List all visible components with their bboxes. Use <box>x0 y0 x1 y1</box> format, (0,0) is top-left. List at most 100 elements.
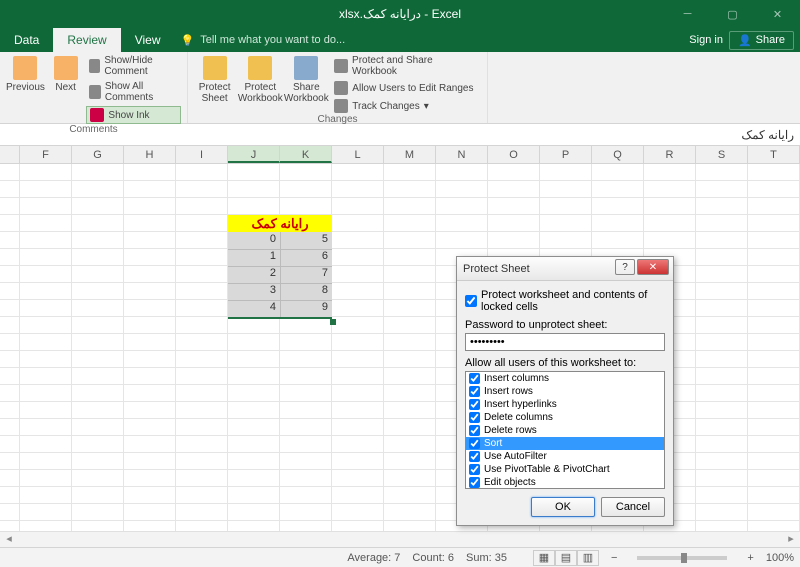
protect-share-workbook-button[interactable]: Protect and Share Workbook <box>331 54 481 78</box>
perm-item-edit-objects[interactable]: Edit objects <box>466 476 664 489</box>
allow-edit-ranges-button[interactable]: Allow Users to Edit Ranges <box>331 80 481 96</box>
column-header-H[interactable]: H <box>124 146 176 163</box>
status-bar: Average: 7 Count: 6 Sum: 35 ▦ ▤ ▥ − + 10… <box>0 547 800 567</box>
share-icon: 👤 <box>738 34 752 47</box>
normal-view-icon[interactable]: ▦ <box>533 550 555 566</box>
cells-area[interactable] <box>0 164 800 560</box>
dialog-close-icon[interactable]: ✕ <box>637 259 669 275</box>
protect-workbook-button[interactable]: Protect Workbook <box>239 54 281 104</box>
dialog-title: Protect Sheet <box>463 263 530 275</box>
perm-checkbox[interactable] <box>469 373 480 384</box>
perm-item-delete-columns[interactable]: Delete columns <box>466 411 664 424</box>
window-minimize-icon[interactable]: ─ <box>665 0 710 28</box>
password-input[interactable] <box>465 333 665 351</box>
column-header-K[interactable]: K <box>280 146 332 163</box>
share-workbook-button[interactable]: Share Workbook <box>285 54 327 104</box>
perm-checkbox[interactable] <box>469 438 480 449</box>
cell-k-1[interactable]: 6 <box>284 250 328 262</box>
perm-label: Sort <box>484 437 502 450</box>
column-header-N[interactable]: N <box>436 146 488 163</box>
tab-view[interactable]: View <box>121 28 175 52</box>
scroll-left-icon[interactable]: ◂ <box>0 532 18 547</box>
tell-me-placeholder: Tell me what you want to do... <box>200 34 345 46</box>
sign-in-link[interactable]: Sign in <box>689 34 723 46</box>
password-label: Password to unprotect sheet: <box>465 319 665 331</box>
column-header-S[interactable]: S <box>696 146 748 163</box>
perm-checkbox[interactable] <box>469 399 480 410</box>
tell-me-search[interactable]: 💡 Tell me what you want to do... <box>181 34 346 47</box>
perm-checkbox[interactable] <box>469 425 480 436</box>
perm-item-use-autofilter[interactable]: Use AutoFilter <box>466 450 664 463</box>
column-header-M[interactable]: M <box>384 146 436 163</box>
perm-item-insert-hyperlinks[interactable]: Insert hyperlinks <box>466 398 664 411</box>
track-changes-button[interactable]: Track Changes ▾ <box>331 98 481 114</box>
perm-checkbox[interactable] <box>469 451 480 462</box>
window-restore-icon[interactable]: ▢ <box>710 0 755 28</box>
column-header-F[interactable]: F <box>20 146 72 163</box>
column-header-I[interactable]: I <box>176 146 228 163</box>
show-ink-button[interactable]: Show Ink <box>86 106 181 124</box>
cell-k-4[interactable]: 9 <box>284 301 328 313</box>
tab-data[interactable]: Data <box>0 28 53 52</box>
protect-sheet-button[interactable]: Protect Sheet <box>194 54 235 104</box>
perm-item-insert-rows[interactable]: Insert rows <box>466 385 664 398</box>
formula-text: رایانه کمک <box>741 128 794 142</box>
perm-item-delete-rows[interactable]: Delete rows <box>466 424 664 437</box>
status-sum: Sum: 35 <box>466 552 507 564</box>
column-header-R[interactable]: R <box>644 146 696 163</box>
perm-checkbox[interactable] <box>469 477 480 488</box>
cell-k-2[interactable]: 7 <box>284 267 328 279</box>
perm-checkbox[interactable] <box>469 386 480 397</box>
share-label: Share <box>756 34 785 46</box>
zoom-slider[interactable] <box>637 556 727 560</box>
perm-label: Edit objects <box>484 476 536 489</box>
ok-button[interactable]: OK <box>531 497 595 517</box>
perm-label: Delete rows <box>484 424 537 437</box>
show-hide-comment-button[interactable]: Show/Hide Comment <box>86 54 181 78</box>
scroll-right-icon[interactable]: ▸ <box>782 532 800 547</box>
column-header-T[interactable]: T <box>748 146 800 163</box>
previous-comment-button[interactable]: Previous <box>6 54 45 93</box>
next-comment-button[interactable]: Next <box>49 54 83 93</box>
perm-item-insert-columns[interactable]: Insert columns <box>466 372 664 385</box>
cell-j-2[interactable]: 2 <box>232 267 276 279</box>
cell-k-0[interactable]: 5 <box>284 233 328 245</box>
show-all-comments-button[interactable]: Show All Comments <box>86 80 181 104</box>
cell-j-1[interactable]: 1 <box>232 250 276 262</box>
perm-label: Use AutoFilter <box>484 450 547 463</box>
perm-label: Delete columns <box>484 411 553 424</box>
column-header-P[interactable]: P <box>540 146 592 163</box>
ribbon: Previous Next Show/Hide Comment Show All… <box>0 52 800 124</box>
zoom-out-icon[interactable]: − <box>611 552 617 564</box>
column-header-L[interactable]: L <box>332 146 384 163</box>
ribbon-tabs: Data Review View 💡 Tell me what you want… <box>0 28 800 52</box>
perm-label: Insert columns <box>484 372 549 385</box>
cell-j-3[interactable]: 3 <box>232 284 276 296</box>
page-layout-icon[interactable]: ▤ <box>555 550 577 566</box>
dialog-title-bar[interactable]: Protect Sheet ? ✕ <box>457 257 673 281</box>
spreadsheet-grid[interactable]: FGHIJKLMNOPQRST 0516273849 رایانه کمک <box>0 146 800 560</box>
protect-contents-checkbox[interactable] <box>465 295 477 307</box>
fill-handle[interactable] <box>330 319 336 325</box>
page-break-icon[interactable]: ▥ <box>577 550 599 566</box>
perm-item-sort[interactable]: Sort <box>466 437 664 450</box>
tab-review[interactable]: Review <box>53 28 120 52</box>
cell-j-0[interactable]: 0 <box>232 233 276 245</box>
perm-checkbox[interactable] <box>469 412 480 423</box>
zoom-in-icon[interactable]: + <box>747 552 753 564</box>
window-close-icon[interactable]: ✕ <box>755 0 800 28</box>
column-header-J[interactable]: J <box>228 146 280 163</box>
cancel-button[interactable]: Cancel <box>601 497 665 517</box>
column-header-Q[interactable]: Q <box>592 146 644 163</box>
column-header-O[interactable]: O <box>488 146 540 163</box>
cell-j-4[interactable]: 4 <box>232 301 276 313</box>
cell-k-3[interactable]: 8 <box>284 284 328 296</box>
window-title: xlsx.درایانه کمک - Excel <box>339 7 461 21</box>
horizontal-scrollbar[interactable]: ◂ ▸ <box>0 531 800 547</box>
share-button[interactable]: 👤 Share <box>729 31 794 50</box>
perm-checkbox[interactable] <box>469 464 480 475</box>
column-header-G[interactable]: G <box>72 146 124 163</box>
permissions-list[interactable]: Insert columnsInsert rowsInsert hyperlin… <box>465 371 665 489</box>
perm-item-use-pivottable-pivotchart[interactable]: Use PivotTable & PivotChart <box>466 463 664 476</box>
dialog-help-icon[interactable]: ? <box>615 259 635 275</box>
